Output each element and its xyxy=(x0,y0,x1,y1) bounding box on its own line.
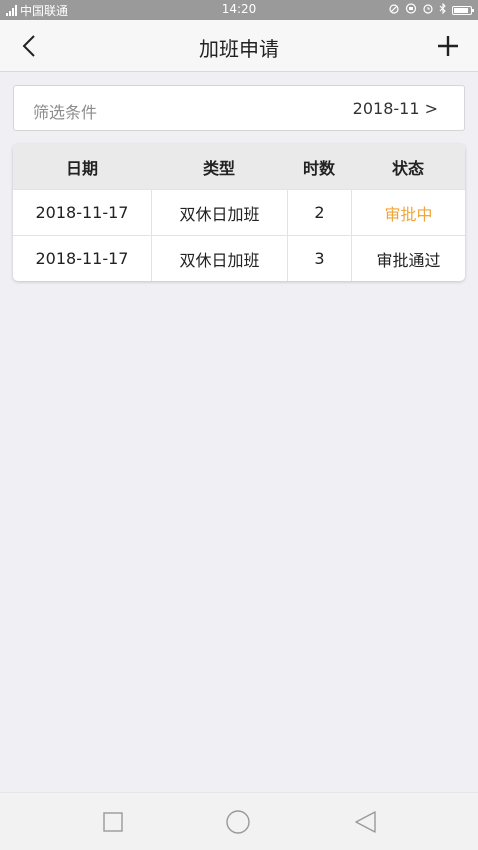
back-nav-button[interactable] xyxy=(352,809,378,835)
alarm-icon xyxy=(422,3,434,17)
row-type: 双休日加班 xyxy=(151,190,287,235)
page-title: 加班申请 xyxy=(199,37,279,61)
filter-month-value[interactable]: 2018-11 > xyxy=(353,99,438,118)
table-header: 日期 类型 时数 状态 xyxy=(13,144,465,189)
row-date: 2018-11-17 xyxy=(35,249,129,268)
status-bar: 中国联通 14:20 xyxy=(0,0,478,20)
square-icon xyxy=(103,812,123,832)
row-status: 审批通过 xyxy=(351,236,465,281)
plus-icon xyxy=(438,36,458,56)
add-button[interactable] xyxy=(432,30,464,62)
home-button[interactable] xyxy=(225,809,251,835)
nfc-icon xyxy=(388,3,400,17)
row-date: 2018-11-17 xyxy=(35,203,129,222)
system-nav-bar xyxy=(0,792,478,850)
header-type: 类型 xyxy=(202,158,235,178)
nav-bar: 加班申请 xyxy=(0,20,478,72)
header-date: 日期 xyxy=(65,158,98,178)
triangle-back-icon xyxy=(355,811,376,833)
battery-icon xyxy=(452,5,474,15)
filter-selector[interactable]: 筛选条件 2018-11 > xyxy=(13,85,465,131)
circle-icon xyxy=(226,810,250,834)
header-hours: 时数 xyxy=(302,158,335,178)
overtime-table: 日期 类型 时数 状态 2018-11-17 双休日加班 2 审批中 2018-… xyxy=(13,144,465,281)
header-status: 状态 xyxy=(391,158,424,178)
row-hours: 3 xyxy=(287,236,351,281)
recent-apps-button[interactable] xyxy=(100,809,126,835)
row-hours: 2 xyxy=(287,190,351,235)
row-type: 双休日加班 xyxy=(151,236,287,281)
table-row[interactable]: 2018-11-17 双休日加班 2 审批中 xyxy=(13,189,465,235)
lock-rotation-icon xyxy=(405,3,417,17)
row-status: 审批中 xyxy=(351,190,465,235)
bluetooth-icon xyxy=(439,2,447,17)
table-row[interactable]: 2018-11-17 双休日加班 3 审批通过 xyxy=(13,235,465,281)
filter-label: 筛选条件 xyxy=(33,103,98,122)
